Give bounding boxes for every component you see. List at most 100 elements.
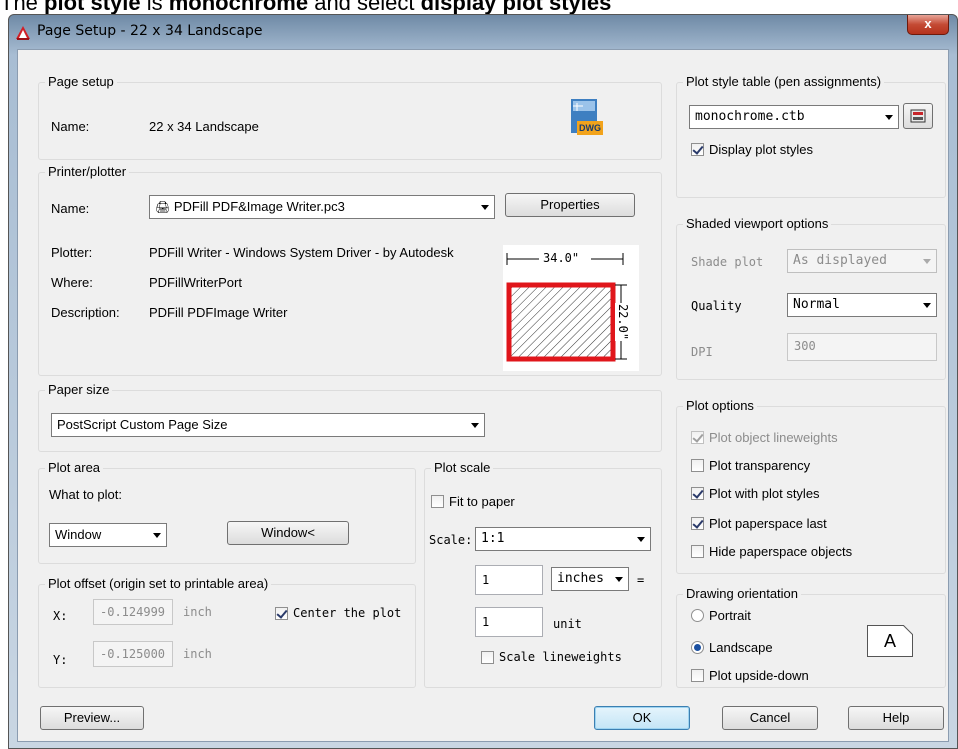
drawing-orientation-label: Drawing orientation	[683, 586, 802, 601]
center-plot-checkbox[interactable]	[275, 607, 288, 620]
fit-to-paper-checkbox[interactable]	[431, 495, 444, 508]
description-label: Description:	[51, 305, 120, 320]
plot-offset-group-label: Plot offset (origin set to printable are…	[45, 576, 272, 591]
quality-select[interactable]: Normal	[787, 293, 937, 317]
printer-name-select[interactable]: 🖨 PDFill PDF&Image Writer.pc3	[149, 195, 495, 219]
edit-plot-style-button[interactable]	[903, 103, 933, 129]
plot-transparency-label: Plot transparency	[709, 458, 811, 473]
plot-style-table-label: Plot style table (pen assignments)	[683, 74, 885, 89]
inches-unit-select[interactable]: inches	[551, 567, 629, 591]
window-title: Page Setup - 22 x 34 Landscape	[37, 23, 263, 39]
display-plot-styles-checkbox[interactable]	[691, 143, 704, 156]
close-button[interactable]: x	[907, 15, 949, 35]
plot-scale-group-label: Plot scale	[431, 460, 494, 475]
quality-value: Normal	[793, 297, 840, 312]
quality-label: Quality	[691, 299, 742, 313]
ok-button[interactable]: OK	[594, 706, 690, 730]
drawing-orientation-group: Drawing orientation Portrait Landscape P…	[676, 586, 946, 688]
plot-options-label: Plot options	[683, 398, 757, 413]
shade-plot-label: Shade plot	[691, 255, 764, 269]
inches-input[interactable]: 1	[475, 565, 543, 595]
plot-paperspace-last-checkbox[interactable]	[691, 517, 704, 530]
dpi-input[interactable]: 300	[787, 333, 937, 361]
what-to-plot-label: What to plot:	[49, 487, 122, 502]
paper-size-select[interactable]: PostScript Custom Page Size	[51, 413, 485, 437]
paper-size-group-label: Paper size	[45, 382, 113, 397]
page-setup-group: Page setup Name: 22 x 34 Landscape DWG	[38, 74, 662, 160]
properties-button[interactable]: Properties	[505, 193, 635, 217]
shaded-viewport-group: Shaded viewport options Shade plot As di…	[676, 216, 946, 380]
hide-paperspace-objects-checkbox[interactable]	[691, 545, 704, 558]
plot-with-plot-styles-checkbox[interactable]	[691, 487, 704, 500]
plot-object-lineweights-label: Plot object lineweights	[709, 430, 838, 445]
plotter-label: Plotter:	[51, 245, 93, 260]
display-plot-styles-label: Display plot styles	[709, 142, 814, 157]
help-button[interactable]: Help	[848, 706, 944, 730]
what-to-plot-select[interactable]: Window	[49, 523, 167, 547]
where-value: PDFillWriterPort	[149, 275, 242, 290]
inches-unit-value: inches	[557, 571, 604, 586]
portrait-label: Portrait	[709, 608, 751, 623]
printer-name-value: PDFill PDF&Image Writer.pc3	[173, 199, 345, 214]
shade-plot-select[interactable]: As displayed	[787, 249, 937, 273]
printer-plotter-group: Printer/plotter Name: 🖨 PDFill PDF&Image…	[38, 164, 662, 376]
printer-icon: 🖨	[155, 200, 171, 214]
plot-upside-down-label: Plot upside-down	[709, 668, 809, 683]
title-bar[interactable]: Page Setup - 22 x 34 Landscape x	[9, 15, 957, 49]
plot-paperspace-last-label: Plot paperspace last	[709, 516, 827, 531]
chevron-down-icon	[471, 423, 479, 428]
offset-x-label: X:	[53, 609, 68, 623]
plot-scale-group: Plot scale Fit to paper Scale: 1:1 1 inc…	[424, 460, 662, 688]
shaded-viewport-label: Shaded viewport options	[683, 216, 832, 231]
plot-style-table-group: Plot style table (pen assignments) monoc…	[676, 74, 946, 198]
plot-area-group: Plot area What to plot: Window Window<	[38, 460, 416, 564]
autocad-app-icon	[16, 26, 30, 40]
chevron-down-icon	[923, 303, 931, 308]
offset-y-label: Y:	[53, 653, 68, 667]
chevron-down-icon	[481, 205, 489, 210]
scale-lineweights-checkbox[interactable]	[481, 651, 494, 664]
offset-x-input[interactable]: -0.124999	[93, 599, 173, 625]
preview-width-label: 34.0"	[543, 251, 580, 265]
orientation-preview-icon: A	[867, 625, 913, 657]
plot-area-group-label: Plot area	[45, 460, 104, 475]
scale-label: Scale:	[429, 533, 473, 547]
description-value: PDFill PDFImage Writer	[149, 305, 288, 320]
shade-plot-value: As displayed	[793, 253, 887, 268]
plot-offset-group: Plot offset (origin set to printable are…	[38, 576, 416, 688]
chevron-down-icon	[637, 537, 645, 542]
plot-with-plot-styles-label: Plot with plot styles	[709, 486, 820, 501]
offset-x-unit: inch	[183, 605, 212, 619]
preview-button[interactable]: Preview...	[40, 706, 144, 730]
scale-lineweights-label: Scale lineweights	[499, 650, 622, 664]
page-setup-dialog: Page Setup - 22 x 34 Landscape x Page se…	[8, 14, 958, 749]
cancel-button[interactable]: Cancel	[722, 706, 818, 730]
printer-name-label: Name:	[51, 201, 90, 216]
dwg-file-icon: DWG	[569, 97, 603, 137]
offset-y-unit: inch	[183, 647, 212, 661]
orientation-letter: A	[883, 631, 896, 651]
unit-label: unit	[553, 617, 582, 631]
offset-y-input[interactable]: -0.125000	[93, 641, 173, 667]
plot-style-select[interactable]: monochrome.ctb	[689, 105, 899, 129]
where-label: Where:	[51, 275, 93, 290]
landscape-radio[interactable]	[691, 641, 704, 654]
portrait-radio[interactable]	[691, 609, 704, 622]
chevron-down-icon	[885, 115, 893, 120]
plot-object-lineweights-checkbox[interactable]	[691, 431, 704, 444]
scale-value: 1:1	[481, 531, 505, 546]
unit-input[interactable]: 1	[475, 607, 543, 637]
window-select-button[interactable]: Window<	[227, 521, 349, 545]
what-to-plot-value: Window	[55, 527, 102, 542]
chevron-down-icon	[923, 259, 931, 264]
plot-upside-down-checkbox[interactable]	[691, 669, 704, 682]
page-setup-name-label: Name:	[51, 119, 90, 134]
scale-select[interactable]: 1:1	[475, 527, 651, 551]
plot-transparency-checkbox[interactable]	[691, 459, 704, 472]
preview-height-label: 22.0"	[616, 303, 631, 341]
center-plot-label: Center the plot	[293, 606, 402, 620]
paper-size-value: PostScript Custom Page Size	[57, 417, 228, 432]
plotter-value: PDFill Writer - Windows System Driver - …	[149, 245, 454, 260]
printer-group-label: Printer/plotter	[45, 164, 130, 179]
plot-style-edit-icon	[910, 109, 926, 123]
